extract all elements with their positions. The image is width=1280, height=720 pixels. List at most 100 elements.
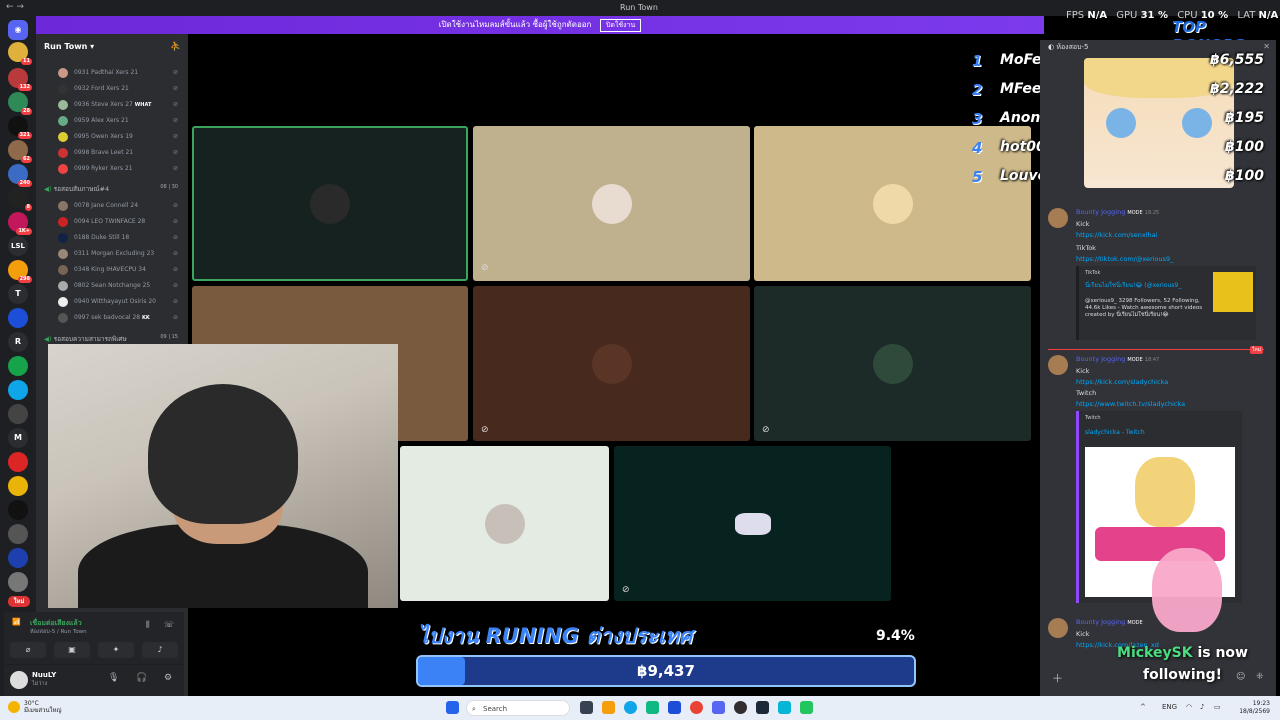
voice-member[interactable]: 0995 Owen Xers 19 ⊘ [58,130,182,144]
server-icon[interactable] [8,524,28,544]
voice-member[interactable]: 0094 LEO TWINFACE 28 ⊘ [58,215,182,229]
voice-member[interactable]: 0188 Duke Still 18 ⊘ [58,231,182,245]
discord-home-icon[interactable]: ◉ [8,20,28,40]
message-link[interactable]: https://www.twitch.tv/sladychicka [1076,400,1185,408]
message-link[interactable]: https://kick.com/sladychicka [1076,378,1168,386]
embed-title[interactable]: sladychicka - Twitch [1085,429,1145,436]
server-icon[interactable]: M [8,428,28,448]
user-panel: NuuLY ไม่ว่าง 🎙 🎧 ⚙ [4,664,184,696]
participant-tile[interactable]: ⊘ [614,446,891,601]
add-attachment-icon[interactable]: ＋ [1052,670,1063,686]
voice-member[interactable]: 0936 Steve Xers 27 WHAT ⊘ [58,98,182,112]
apps-icon[interactable]: ⁜ [1256,672,1264,682]
server-icon[interactable]: 321 [8,116,32,139]
voice-member[interactable]: 0940 Witthayayut Osiris 20 ⊘ [58,295,182,309]
gear-icon[interactable]: ⚙ [164,673,172,683]
lang-indicator[interactable]: ENG [1162,703,1177,711]
server-icon[interactable] [8,452,28,472]
file-explorer-icon[interactable] [602,701,615,714]
back-forward-icon[interactable]: ← → [6,2,24,12]
noise-suppression-icon[interactable]: ⫼ [146,620,150,630]
server-icon[interactable]: R [8,332,28,352]
voice-member[interactable]: 0311 Morgan Excluding 23 ⊘ [58,247,182,261]
avatar[interactable] [1048,618,1068,638]
steam-icon[interactable] [756,701,769,714]
app-icon[interactable] [778,701,791,714]
voice-member[interactable]: 0931 Padthai Xers 21 ⊘ [58,66,182,80]
message-link[interactable]: https://tiktok.com/@xerious9_ [1076,255,1173,263]
participant-tile[interactable] [754,126,1031,281]
weather-icon[interactable] [8,701,20,713]
voice-member[interactable]: 0999 Ryker Xers 21 ⊘ [58,162,182,176]
chrome-icon[interactable] [690,701,703,714]
server-icon[interactable]: 62 [8,140,32,163]
server-icon[interactable]: 132 [8,68,32,91]
avatar[interactable] [10,671,28,689]
server-icon[interactable] [8,308,28,328]
voice-member[interactable]: 0348 King IHAVECPU 34 ⊘ [58,263,182,277]
participant-tile[interactable]: ⊘ [473,126,750,281]
close-icon[interactable]: ✕ [1263,42,1270,51]
app-icon[interactable] [668,701,681,714]
participant-tile[interactable]: ⊘ [473,286,750,441]
notice-banner: เปิดใช้งานไหมลมส์ขั้นแล้ว ซื้อผู้ใช้ถูกต… [36,16,1044,34]
avatar[interactable] [1048,208,1068,228]
participant-tile[interactable]: ⊘ [754,286,1031,441]
mic-off-icon: ⊘ [172,165,178,172]
deafened-icon: ⊘ [762,425,770,435]
server-icon[interactable] [8,572,28,592]
server-icon[interactable]: LSL [8,236,28,256]
task-view-icon[interactable] [580,701,593,714]
voice-channel-path[interactable]: ห้องสอบ-5 / Run Town [30,628,87,636]
voice-member[interactable]: 0932 Ford Xers 21 ⊘ [58,82,182,96]
app-icon[interactable] [646,701,659,714]
headset-icon[interactable]: 🎧 [136,673,147,683]
speaker-icon[interactable]: ♪ [1200,703,1204,711]
soundboard-button[interactable]: ♪ [142,642,178,658]
banner-button[interactable]: ปิดใช้งาน [599,19,642,32]
search-input[interactable]: ⌕ Search [466,700,570,716]
server-icon[interactable] [8,548,28,568]
server-icon[interactable]: 240 [8,164,32,187]
server-icon[interactable]: 298 [8,260,32,283]
server-icon[interactable] [8,500,28,520]
server-icon[interactable]: 11 [8,42,32,65]
weather-widget[interactable]: 30°C มีเมฆส่วนใหญ่ [24,700,62,714]
voice-member[interactable]: 0998 Brave Leet 21 ⊘ [58,146,182,160]
server-icon[interactable] [8,404,28,424]
discord-icon[interactable] [712,701,725,714]
screen-share-button[interactable]: ▣ [54,642,90,658]
voice-member[interactable]: 0078 Jane Connell 24 ⊘ [58,199,182,213]
add-user-icon[interactable]: ⛹ [170,42,181,52]
windows-start-icon[interactable] [446,701,459,714]
voice-channel[interactable]: ◀) รอสอบสัมภาษณ์#4 08 | 30 [44,184,184,194]
participant-tile[interactable] [400,446,609,601]
embed-title[interactable]: นี่เรียนไม่ใช่นี่เรียน!😂 (@xerious9_ [1085,280,1205,290]
server-icon[interactable]: T [8,284,28,304]
voice-member[interactable]: 0959 Alex Xers 21 ⊘ [58,114,182,128]
disconnect-icon[interactable]: ☏ [164,620,174,629]
server-name[interactable]: Run Town ▾ [44,42,94,51]
voice-channel[interactable]: ◀) รอสอบความสามารถพิเศษ 09 | 15 [44,334,184,344]
server-icon[interactable] [8,380,28,400]
obs-icon[interactable] [734,701,747,714]
server-icon[interactable] [8,356,28,376]
server-icon[interactable] [8,476,28,496]
activities-button[interactable]: ✦ [98,642,134,658]
server-icon[interactable]: 28 [8,92,32,115]
camera-off-button[interactable]: ⌀ [10,642,46,658]
message-link[interactable]: https://kick.com/senxlhai [1076,231,1157,239]
battery-icon[interactable]: ▭ [1214,703,1221,711]
voice-member[interactable]: 0802 Sean Notchange 25 ⊘ [58,279,182,293]
participant-tile[interactable] [192,126,468,281]
edge-icon[interactable] [624,701,637,714]
app-icon[interactable] [800,701,813,714]
voice-member[interactable]: 0997 sek badvocal 28 KK ⊘ [58,311,182,325]
mic-icon[interactable]: 🎙 [108,673,119,683]
avatar[interactable] [1048,355,1068,375]
server-icon[interactable]: 8 [8,188,32,211]
chevron-up-icon[interactable]: ^ [1140,703,1146,711]
wifi-icon[interactable]: ◠ [1186,703,1192,711]
server-icon[interactable]: 1K+ [8,212,32,235]
clock[interactable]: 19:23 18/8/2569 [1239,700,1270,716]
